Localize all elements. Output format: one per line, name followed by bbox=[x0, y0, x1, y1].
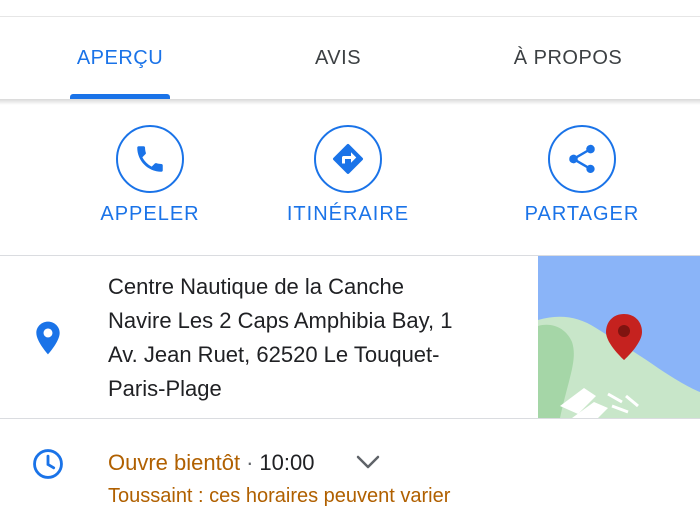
tab-avis[interactable]: AVIS bbox=[288, 17, 388, 99]
hours-summary: Ouvre bientôt · 10:00 bbox=[108, 449, 314, 477]
address-line: Centre Nautique de la Canche bbox=[108, 274, 404, 299]
share-button-circle bbox=[548, 125, 616, 193]
map-image bbox=[538, 256, 700, 418]
tab-bar: APERÇU AVIS À PROPOS bbox=[0, 17, 700, 99]
address-line: Paris-Plage bbox=[108, 376, 222, 401]
address-row[interactable]: Centre Nautique de la Canche Navire Les … bbox=[0, 256, 700, 418]
directions-button-label: ITINÉRAIRE bbox=[286, 203, 410, 225]
tab-a-propos[interactable]: À PROPOS bbox=[498, 17, 638, 99]
address-line: Navire Les 2 Caps Amphibia Bay, 1 bbox=[108, 308, 453, 333]
directions-button[interactable]: ITINÉRAIRE bbox=[250, 105, 450, 255]
address-text: Centre Nautique de la Canche Navire Les … bbox=[108, 270, 528, 406]
call-button-circle bbox=[116, 125, 184, 193]
share-button-label: PARTAGER bbox=[524, 203, 640, 225]
opening-time: 10:00 bbox=[259, 450, 315, 475]
call-button[interactable]: APPELER bbox=[52, 105, 252, 255]
holiday-hours-note: Toussaint : ces horaires peuvent varier bbox=[108, 485, 451, 507]
top-bar bbox=[0, 0, 700, 17]
call-button-label: APPELER bbox=[100, 203, 200, 225]
share-icon bbox=[569, 144, 595, 174]
separator: · bbox=[246, 450, 254, 475]
address-line: Av. Jean Ruet, 62520 Le Touquet- bbox=[108, 342, 440, 367]
clock-icon bbox=[33, 449, 63, 479]
directions-button-circle bbox=[314, 125, 382, 193]
share-button[interactable]: PARTAGER bbox=[484, 105, 684, 255]
opening-status: Ouvre bientôt bbox=[108, 450, 241, 475]
hours-row[interactable]: Ouvre bientôt · 10:00 Toussaint : ces hora… bbox=[0, 419, 700, 507]
map-thumbnail[interactable] bbox=[538, 256, 700, 418]
phone-icon bbox=[137, 146, 163, 172]
chevron-down-icon[interactable] bbox=[355, 453, 381, 471]
directions-icon bbox=[333, 143, 364, 174]
action-row: APPELER ITINÉRAIRE PARTAGER bbox=[0, 105, 700, 255]
tab-apercu[interactable]: APERÇU bbox=[70, 17, 170, 99]
location-pin-icon bbox=[36, 321, 60, 355]
